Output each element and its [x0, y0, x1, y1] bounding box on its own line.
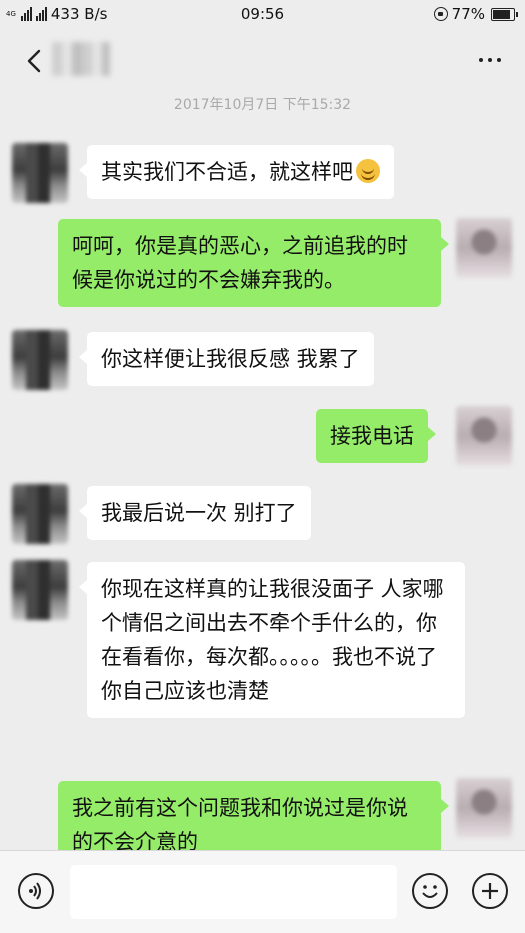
contact-avatar[interactable]	[12, 560, 68, 620]
emoji-icon[interactable]	[412, 873, 448, 909]
voice-waves-icon	[29, 882, 41, 900]
my-avatar[interactable]	[456, 218, 512, 278]
message-text: 你现在这样真的让我很没面子 人家哪个情侣之间出去不牵个手什么的，你在看看你，每次…	[101, 577, 444, 703]
message-bubble[interactable]: 接我电话	[316, 409, 436, 463]
status-right: 77%	[433, 5, 518, 23]
smile-emoji-icon	[356, 159, 380, 183]
contact-avatar[interactable]	[12, 330, 68, 390]
message-input[interactable]	[70, 865, 397, 919]
contact-avatar[interactable]	[12, 484, 68, 544]
message-bubble[interactable]: 其实我们不合适，就这样吧	[79, 145, 394, 199]
more-icon[interactable]	[479, 58, 501, 62]
rotation-lock-icon	[433, 7, 448, 21]
message-text: 我最后说一次 别打了	[101, 501, 297, 525]
message-text: 我之前有这个问题我和你说过是你说的不会介意的	[72, 796, 408, 854]
message-text: 呵呵，你是真的恶心，之前追我的时候是你说过的不会嫌弃我的。	[72, 234, 408, 292]
plus-icon[interactable]	[472, 873, 508, 909]
message-bubble[interactable]: 你这样便让我很反感 我累了	[79, 332, 374, 386]
my-avatar[interactable]	[456, 778, 512, 838]
message-bubble[interactable]: 呵呵，你是真的恶心，之前追我的时候是你说过的不会嫌弃我的。	[58, 219, 449, 307]
chat-header	[0, 30, 525, 92]
voice-icon[interactable]	[18, 873, 54, 909]
contact-avatar[interactable]	[12, 143, 68, 203]
message-text: 接我电话	[330, 424, 414, 448]
input-bar	[0, 850, 525, 933]
my-avatar[interactable]	[456, 406, 512, 466]
smiley-face-icon	[422, 885, 438, 898]
message-text: 你这样便让我很反感 我累了	[101, 347, 360, 371]
chat-timestamp: 2017年10月7日 下午15:32	[173, 97, 352, 113]
battery-icon	[491, 7, 518, 21]
message-bubble[interactable]: 你现在这样真的让我很没面子 人家哪个情侣之间出去不牵个手什么的，你在看看你，每次…	[79, 562, 465, 718]
battery-percent: 77%	[451, 5, 485, 23]
message-bubble[interactable]: 我最后说一次 别打了	[79, 486, 311, 540]
back-arrow-icon[interactable]	[24, 49, 46, 73]
contact-name	[52, 42, 110, 76]
plus-sign-icon	[482, 883, 498, 899]
status-bar: 4G 433 B/s 09:56 77%	[0, 0, 525, 30]
message-text: 其实我们不合适，就这样吧	[101, 160, 353, 184]
